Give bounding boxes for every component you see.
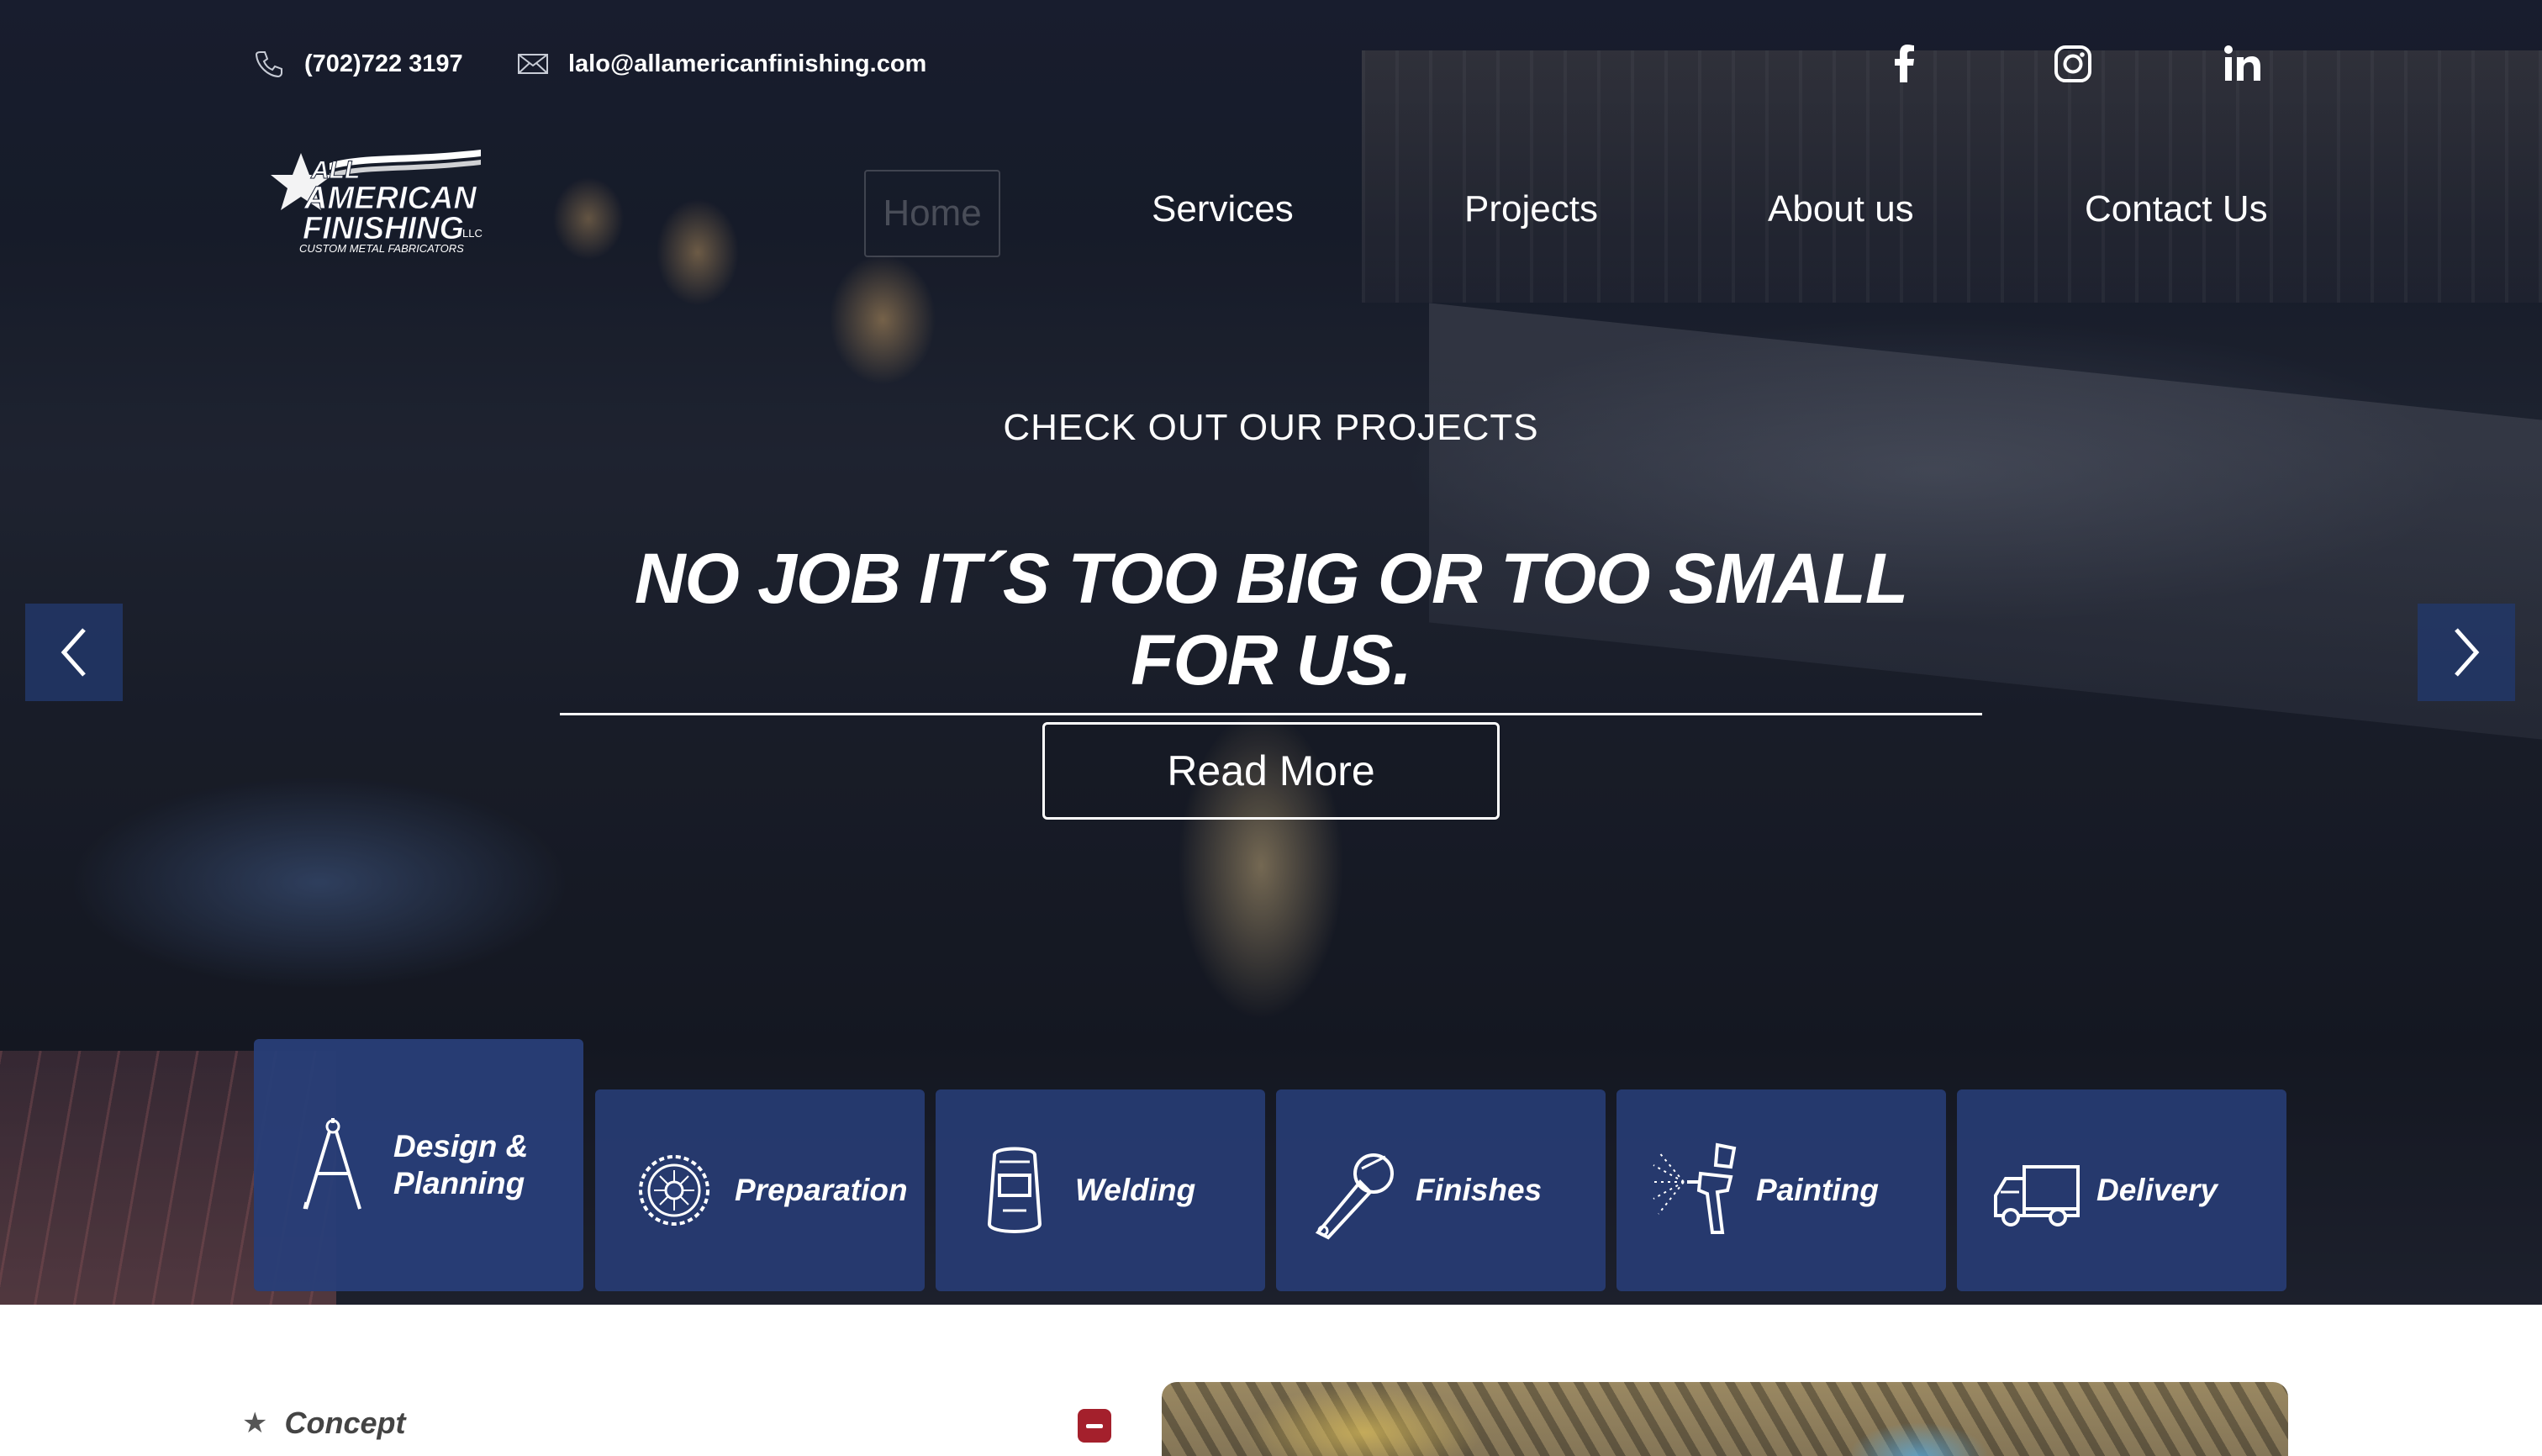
nav-about-us[interactable]: About us [1768, 187, 1914, 232]
hero-headline: NO JOB IT´S TOO BIG OR TOO SMALL FOR US. [560, 538, 1982, 715]
nav-services[interactable]: Services [1152, 187, 1294, 232]
service-label: Finishes [1416, 1173, 1543, 1207]
svg-text:CUSTOM METAL FABRICATORS: CUSTOM METAL FABRICATORS [299, 242, 464, 255]
service-card-painting[interactable]: Painting [1616, 1089, 1946, 1291]
service-label: Preparation [735, 1173, 908, 1207]
email-address: lalo@allamericanfinishing.com [568, 50, 927, 77]
email-link[interactable]: lalo@allamericanfinishing.com [516, 47, 926, 81]
accordion-concept-header[interactable]: ★ Concept [242, 1406, 405, 1441]
nav-projects[interactable]: Projects [1464, 187, 1598, 232]
phone-icon [255, 51, 282, 78]
spray-gun-icon [1652, 1142, 1737, 1234]
hero-slider: (702)722 3197 lalo@allamericanfinishing.… [0, 0, 2542, 1305]
logo-mark: ALL AMERICAN FINISHING LLC CUSTOM METAL … [271, 150, 483, 255]
nav-contact-us[interactable]: Contact Us [2085, 187, 2268, 232]
service-label: Delivery [2096, 1173, 2218, 1207]
service-card-welding[interactable]: Welding [936, 1089, 1265, 1291]
facebook-icon[interactable] [1881, 40, 1928, 87]
angle-grinder-icon [1315, 1153, 1394, 1240]
compass-icon [303, 1118, 361, 1210]
star-icon: ★ [242, 1407, 268, 1439]
truck-icon [1994, 1165, 2080, 1227]
email-icon [518, 54, 548, 74]
svg-text:LLC: LLC [462, 227, 483, 240]
chevron-right-icon [2455, 628, 2480, 677]
service-label: Design & Planning [393, 1129, 529, 1200]
welding-mask-icon [987, 1147, 1042, 1233]
collapse-icon[interactable] [1078, 1409, 1111, 1443]
read-more-button[interactable]: Read More [1042, 722, 1500, 820]
saw-blade-icon [639, 1155, 709, 1226]
service-card-delivery[interactable]: Delivery [1957, 1089, 2286, 1291]
chevron-left-icon [61, 628, 86, 677]
service-card-preparation[interactable]: Preparation [595, 1089, 925, 1291]
hero-eyebrow: CHECK OUT OUR PROJECTS [1003, 407, 1539, 448]
service-card-design-planning[interactable]: Design & Planning [254, 1039, 583, 1291]
phone-number: (702)722 3197 [304, 50, 463, 77]
slider-prev-button[interactable] [25, 604, 123, 701]
concept-photo [1162, 1382, 2288, 1456]
phone-link[interactable]: (702)722 3197 [252, 47, 463, 81]
slider-next-button[interactable] [2418, 604, 2515, 701]
service-label: Painting [1756, 1173, 1879, 1207]
accordion-concept-label: Concept [284, 1406, 406, 1440]
svg-text:FINISHING: FINISHING [303, 211, 464, 246]
service-label: Welding [1075, 1173, 1196, 1207]
service-card-finishes[interactable]: Finishes [1276, 1089, 1606, 1291]
nav-home[interactable]: Home [864, 170, 1000, 257]
instagram-icon[interactable] [2049, 40, 2096, 87]
site-logo[interactable]: ALL AMERICAN FINISHING LLC CUSTOM METAL … [271, 146, 489, 256]
linkedin-icon[interactable] [2219, 40, 2266, 87]
